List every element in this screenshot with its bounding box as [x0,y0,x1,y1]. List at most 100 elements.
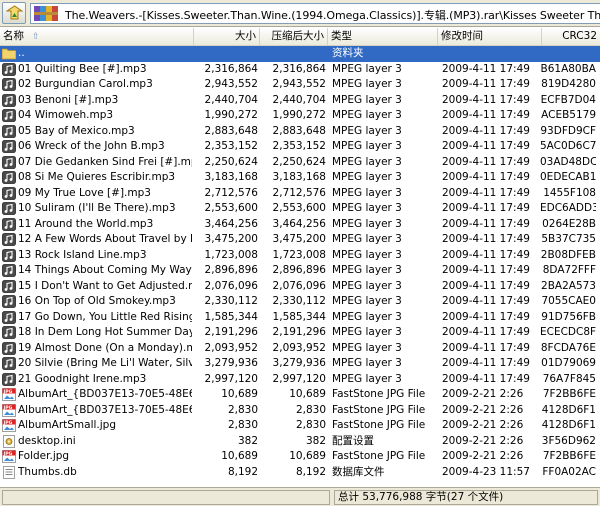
file-row[interactable]: 09 My True Love [#].mp3 2,712,576 2,712,57… [0,186,600,202]
file-crc32: 01D79069 [541,357,596,369]
file-size: 3,475,200 [204,233,258,245]
column-header-size[interactable]: 大小 [194,28,260,46]
file-type: MPEG layer 3 [332,357,402,369]
mp3-icon [2,372,16,386]
file-modified-time: 2009-4-11 17:49 [442,217,530,230]
file-row[interactable]: 04 Wimoweh.mp3 1,990,272 1,990,272 MPEG lay… [0,108,600,124]
file-row[interactable]: 03 Benoni [#].mp3 2,440,704 2,440,704 MPEG … [0,93,600,109]
file-row[interactable]: JPG AlbumArt_{BD037E13-70E5-48E6-9F... 10,… [0,387,600,403]
file-packed-size: 2,997,120 [272,372,326,385]
up-folder-button[interactable] [2,2,26,24]
file-crc32: 8DA72FFF [542,264,596,276]
file-row[interactable]: 18 In Dem Long Hot Summer Days (O... 2,19… [0,325,600,341]
file-name: 13 Rock Island Line.mp3 [18,248,147,261]
file-size: 2,943,552 [204,78,258,90]
file-row[interactable]: 01 Quilting Bee [#].mp3 2,316,864 2,316,86… [0,62,600,78]
file-size: 2,830 [227,403,258,416]
file-name: 01 Quilting Bee [#].mp3 [18,62,147,75]
file-name: 14 Things About Coming My Way [#]... [18,264,192,276]
parent-folder-row[interactable]: .. 资料夹 [0,46,600,62]
file-row[interactable]: 08 Si Me Quieres Escribir.mp3 3,183,168 3,… [0,170,600,186]
file-modified-time: 2009-4-11 17:49 [442,109,530,121]
file-crc32: 4128D6F1 [541,403,596,416]
file-row[interactable]: 11 Around the World.mp3 3,464,256 3,464,25… [0,217,600,233]
file-packed-size: 3,464,256 [272,217,326,230]
file-row[interactable]: JPG Folder.jpg 10,689 10,689 FastStone JPG F… [0,449,600,465]
file-row[interactable]: JPG AlbumArt_{BD037E13-70E5-48E6-9F... 2,8… [0,403,600,419]
file-row[interactable]: 15 I Don't Want to Get Adjusted.mp3 2,076… [0,279,600,295]
mp3-icon [2,310,16,324]
file-packed-size: 1,585,344 [272,310,326,323]
file-list[interactable]: .. 资料夹 01 Quilting Bee [#].mp3 2,316,864 2… [0,46,600,487]
mp3-icon [2,155,16,169]
file-modified-time: 2009-2-21 2:26 [442,450,524,462]
status-left-pane [2,490,330,505]
file-modified-time: 2009-4-11 17:49 [442,248,530,261]
file-row[interactable]: 14 Things About Coming My Way [#]... 2,89… [0,263,600,279]
column-header-crc[interactable]: CRC32 [542,28,600,46]
path-field[interactable]: The.Weavers.-[Kisses.Sweeter.Than.Wine.(… [30,3,600,24]
jpg-icon: JPG [2,388,16,401]
file-modified-time: 2009-4-11 17:49 [442,78,530,90]
column-header-packed[interactable]: 压缩后大小 [260,28,328,46]
file-modified-time: 2009-4-11 17:49 [442,279,530,292]
file-modified-time: 2009-4-11 17:49 [442,140,530,152]
file-row[interactable]: Thumbs.db 8,192 8,192 数据库文件 2009-4-23 11:57 F… [0,465,600,481]
mp3-icon [2,93,16,107]
file-crc32: ACEB5179 [541,109,596,121]
file-row[interactable]: 07 Die Gedanken Sind Frei [#].mp3 2,250,6… [0,155,600,171]
file-row[interactable]: 06 Wreck of the John B.mp3 2,353,152 2,353… [0,139,600,155]
mp3-icon [2,341,16,355]
file-modified-time: 2009-4-11 17:49 [442,295,530,307]
file-crc32: 7055CAE0 [541,295,596,307]
file-row[interactable]: JPG AlbumArtSmall.jpg 2,830 2,830 FastStone … [0,418,600,434]
file-crc32: 7F2BB6FE [542,450,596,462]
column-name-label: 名称 [3,30,24,42]
file-row[interactable]: 21 Goodnight Irene.mp3 2,997,120 2,997,120… [0,372,600,388]
file-row[interactable]: 20 Silvie (Bring Me Li'l Water, Silvy)..… [0,356,600,372]
file-row[interactable]: 17 Go Down, You Little Red Rising Su... 1… [0,310,600,326]
file-modified-time: 2009-4-11 17:49 [442,155,530,168]
file-name: 17 Go Down, You Little Red Rising Su... [18,310,192,323]
file-row[interactable]: 13 Rock Island Line.mp3 1,723,008 1,723,00… [0,248,600,264]
file-row[interactable]: 19 Almost Done (On a Monday).mp3 2,093,95… [0,341,600,357]
column-header-mtime[interactable]: 修改时间 [438,28,542,46]
db-icon [2,465,16,479]
file-crc32: 5AC0D6C7 [540,140,596,152]
file-size: 8,192 [227,465,258,478]
parent-folder-name: .. [18,47,25,59]
column-crc-label: CRC32 [562,30,597,42]
file-size: 2,553,600 [204,202,258,214]
file-name: 21 Goodnight Irene.mp3 [18,372,147,385]
file-row[interactable]: desktop.ini 382 382 配置设置 2009-2-21 2:26 3F56D… [0,434,600,450]
column-header-name[interactable]: 名称 ⇧ [0,28,194,46]
file-row[interactable]: 16 On Top of Old Smokey.mp3 2,330,112 2,33… [0,294,600,310]
file-size: 10,689 [221,450,258,462]
svg-text:JPG: JPG [3,451,13,457]
file-size: 2,093,952 [204,341,258,354]
file-size: 2,896,896 [204,264,258,276]
file-row[interactable]: 10 Suliram (I'll Be There).mp3 2,553,600 2… [0,201,600,217]
file-crc32: 1455F108 [543,186,596,199]
ini-icon [2,434,16,448]
file-name: 19 Almost Done (On a Monday).mp3 [18,341,192,354]
column-header-type[interactable]: 类型 [328,28,438,46]
file-crc32: 8FCDA76E [540,341,596,354]
file-row[interactable]: 12 A Few Words About Travel by Le... 3,47… [0,232,600,248]
file-row[interactable]: 05 Bay of Mexico.mp3 2,883,648 2,883,648 MP… [0,124,600,140]
file-size: 10,689 [221,388,258,400]
file-size: 1,990,272 [204,109,258,121]
file-size: 3,183,168 [204,171,258,183]
file-modified-time: 2009-4-11 17:49 [442,202,530,214]
file-modified-time: 2009-2-21 2:26 [442,388,524,400]
file-type: MPEG layer 3 [332,109,402,121]
file-modified-time: 2009-2-21 2:26 [442,403,524,416]
file-row[interactable]: 02 Burgundian Carol.mp3 2,943,552 2,943,55… [0,77,600,93]
file-modified-time: 2009-4-11 17:49 [442,171,530,183]
file-type: MPEG layer 3 [332,217,402,230]
file-packed-size: 10,689 [289,388,326,400]
file-modified-time: 2009-4-11 17:49 [442,310,530,323]
file-type: MPEG layer 3 [332,295,402,307]
file-packed-size: 2,883,648 [272,124,326,137]
file-modified-time: 2009-4-11 17:49 [442,62,530,75]
